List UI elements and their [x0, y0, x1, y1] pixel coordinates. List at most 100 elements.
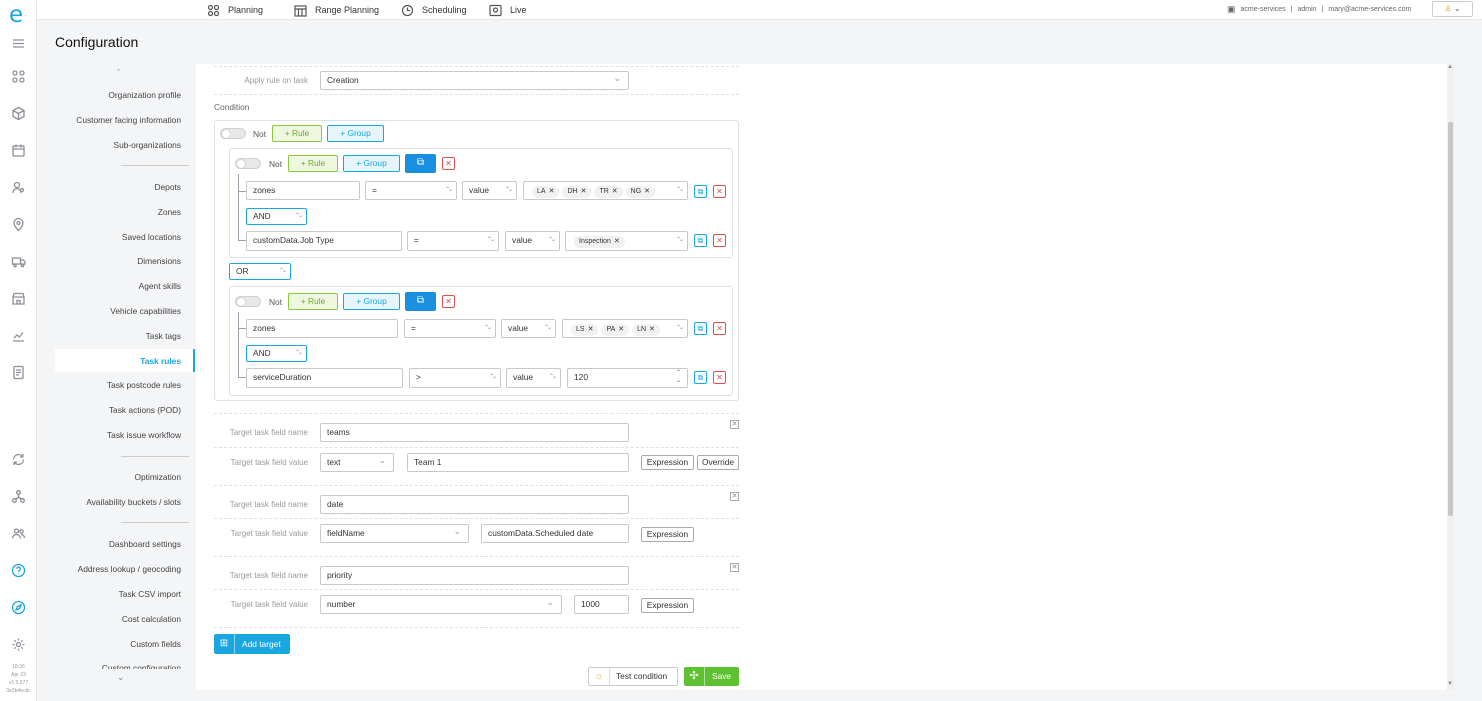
value-type-select[interactable]: value	[501, 319, 556, 338]
add-group-button[interactable]: + Group	[343, 293, 400, 310]
delivery-icon[interactable]	[11, 254, 26, 269]
value-type-select[interactable]: value	[506, 368, 561, 388]
target-value-input[interactable]: 1000	[574, 595, 629, 614]
not-toggle[interactable]	[235, 296, 261, 307]
user-menu-button[interactable]: ♙ ⌄	[1432, 1, 1473, 17]
gear-icon[interactable]	[11, 637, 26, 652]
chart-icon[interactable]	[11, 328, 26, 343]
sidebar-item-optimization[interactable]: Optimization	[134, 472, 181, 482]
value-type-select[interactable]: value	[462, 181, 517, 200]
sidebar-item-task-rules[interactable]: Task rules	[140, 356, 181, 366]
target-name-input[interactable]: date	[320, 495, 629, 514]
tag-remove-icon[interactable]: ✕	[614, 238, 620, 245]
operator-select[interactable]: =	[404, 319, 496, 338]
tag-remove-icon[interactable]: ✕	[549, 188, 555, 195]
delete-rule-button[interactable]: ✕	[713, 234, 726, 247]
sidebar-item-saved-locations[interactable]: Saved locations	[122, 232, 181, 242]
planning-icon[interactable]	[11, 69, 26, 84]
sidebar-item-task-tags[interactable]: Task tags	[146, 331, 181, 341]
operator-select[interactable]: >	[409, 368, 501, 388]
join-select[interactable]: AND	[246, 208, 307, 225]
target-name-input[interactable]: teams	[320, 423, 629, 442]
expression-button[interactable]: Expression	[641, 598, 694, 613]
sidebar-item-address-lookup[interactable]: Address lookup / geocoding	[78, 564, 181, 574]
team-icon[interactable]	[11, 526, 26, 541]
add-rule-button[interactable]: + Rule	[288, 293, 338, 310]
sidebar-item-zones[interactable]: Zones	[158, 207, 181, 217]
target-type-select[interactable]: number	[320, 595, 562, 614]
target-name-input[interactable]: priority	[320, 566, 629, 585]
scroll-down-icon[interactable]: ⌄	[117, 672, 125, 683]
sidebar-item-custom-fields[interactable]: Custom fields	[130, 639, 181, 649]
sidebar-item-customer-facing-information[interactable]: Customer facing information	[76, 115, 181, 125]
tags-input[interactable]: Inspection ✕	[565, 231, 688, 251]
menu-icon[interactable]	[11, 36, 26, 51]
operator-select[interactable]: =	[365, 181, 457, 200]
target-type-select[interactable]: fieldName	[320, 524, 469, 543]
expression-button[interactable]: Expression	[641, 455, 694, 470]
sidebar-item-task-csv-import[interactable]: Task CSV import	[119, 589, 181, 599]
sidebar-item-vehicle-capabilities[interactable]: Vehicle capabilities	[110, 306, 181, 316]
tag-remove-icon[interactable]: ✕	[612, 188, 618, 195]
package-icon[interactable]	[11, 106, 26, 121]
scroll-up-arrow-icon[interactable]: ▲	[1447, 64, 1453, 70]
users-icon[interactable]	[11, 180, 26, 195]
field-input[interactable]: serviceDuration	[246, 368, 403, 388]
add-group-button[interactable]: + Group	[343, 155, 400, 172]
target-value-input[interactable]: Team 1	[407, 453, 629, 472]
tag-remove-icon[interactable]: ✕	[618, 326, 624, 333]
refresh-icon[interactable]	[11, 452, 26, 467]
scrollbar-thumb[interactable]	[1448, 122, 1453, 516]
save-button[interactable]: ✣ Save	[684, 667, 739, 686]
join-select[interactable]: AND	[246, 345, 307, 362]
sidebar-item-task-actions[interactable]: Task actions (POD)	[109, 405, 181, 415]
copy-group-button[interactable]: ⧉	[405, 292, 436, 311]
add-rule-button[interactable]: + Rule	[272, 125, 322, 142]
operator-select[interactable]: =	[407, 231, 499, 251]
nav-range-planning[interactable]: Range Planning	[294, 3, 379, 17]
sidebar-item-cost-calculation[interactable]: Cost calculation	[122, 614, 181, 624]
delete-group-button[interactable]: ✕	[442, 295, 455, 308]
sidebar-item-task-postcode-rules[interactable]: Task postcode rules	[107, 380, 181, 390]
field-input[interactable]: zones	[246, 319, 398, 338]
add-group-button[interactable]: + Group	[327, 125, 384, 142]
value-type-select[interactable]: value	[505, 231, 560, 251]
app-logo[interactable]: e	[9, 2, 23, 28]
tag-remove-icon[interactable]: ✕	[649, 326, 655, 333]
sidebar-item-agent-skills[interactable]: Agent skills	[139, 281, 181, 291]
tag-remove-icon[interactable]: ✕	[588, 326, 594, 333]
target-type-select[interactable]: text	[320, 453, 394, 472]
scroll-up-icon[interactable]: ˆ	[117, 68, 120, 78]
expression-button[interactable]: Expression	[641, 527, 694, 542]
location-pin-icon[interactable]	[11, 217, 26, 232]
tags-input[interactable]: LA ✕ DH ✕ TR ✕ NG ✕	[523, 181, 688, 200]
copy-rule-button[interactable]: ⧉	[694, 322, 707, 335]
remove-target-button[interactable]: ✕	[730, 420, 739, 429]
network-icon[interactable]	[11, 489, 26, 504]
test-condition-button[interactable]: ☼ Test condition	[588, 667, 678, 686]
tag-remove-icon[interactable]: ✕	[581, 188, 587, 195]
delete-rule-button[interactable]: ✕	[713, 185, 726, 198]
sidebar-item-task-issue-workflow[interactable]: Task issue workflow	[107, 430, 181, 440]
org-name[interactable]: acme-services	[1241, 6, 1286, 13]
target-value-input[interactable]: customData.Scheduled date	[481, 524, 629, 543]
nav-scheduling[interactable]: Scheduling	[401, 3, 467, 17]
field-input[interactable]: zones	[246, 181, 360, 200]
sidebar-item-organization-profile[interactable]: Organization profile	[108, 90, 181, 100]
delete-rule-button[interactable]: ✕	[713, 322, 726, 335]
field-input[interactable]: customData.Job Type	[246, 231, 402, 251]
not-toggle[interactable]	[220, 128, 246, 139]
help-icon[interactable]	[11, 563, 26, 578]
tag-remove-icon[interactable]: ✕	[644, 188, 650, 195]
remove-target-button[interactable]: ✕	[730, 563, 739, 572]
sidebar-item-dimensions[interactable]: Dimensions	[137, 256, 181, 266]
copy-group-button[interactable]: ⧉	[405, 154, 436, 173]
number-stepper-icon[interactable]: ⌃ ⌄	[676, 369, 681, 385]
apply-rule-select[interactable]: Creation	[320, 71, 629, 90]
tags-input[interactable]: LS ✕ PA ✕ LN ✕	[562, 319, 688, 338]
remove-target-button[interactable]: ✕	[730, 492, 739, 501]
copy-rule-button[interactable]: ⧉	[694, 185, 707, 198]
copy-rule-button[interactable]: ⧉	[694, 371, 707, 384]
add-target-button[interactable]: ⊞ Add target	[214, 634, 290, 654]
nav-planning[interactable]: Planning	[207, 3, 263, 17]
